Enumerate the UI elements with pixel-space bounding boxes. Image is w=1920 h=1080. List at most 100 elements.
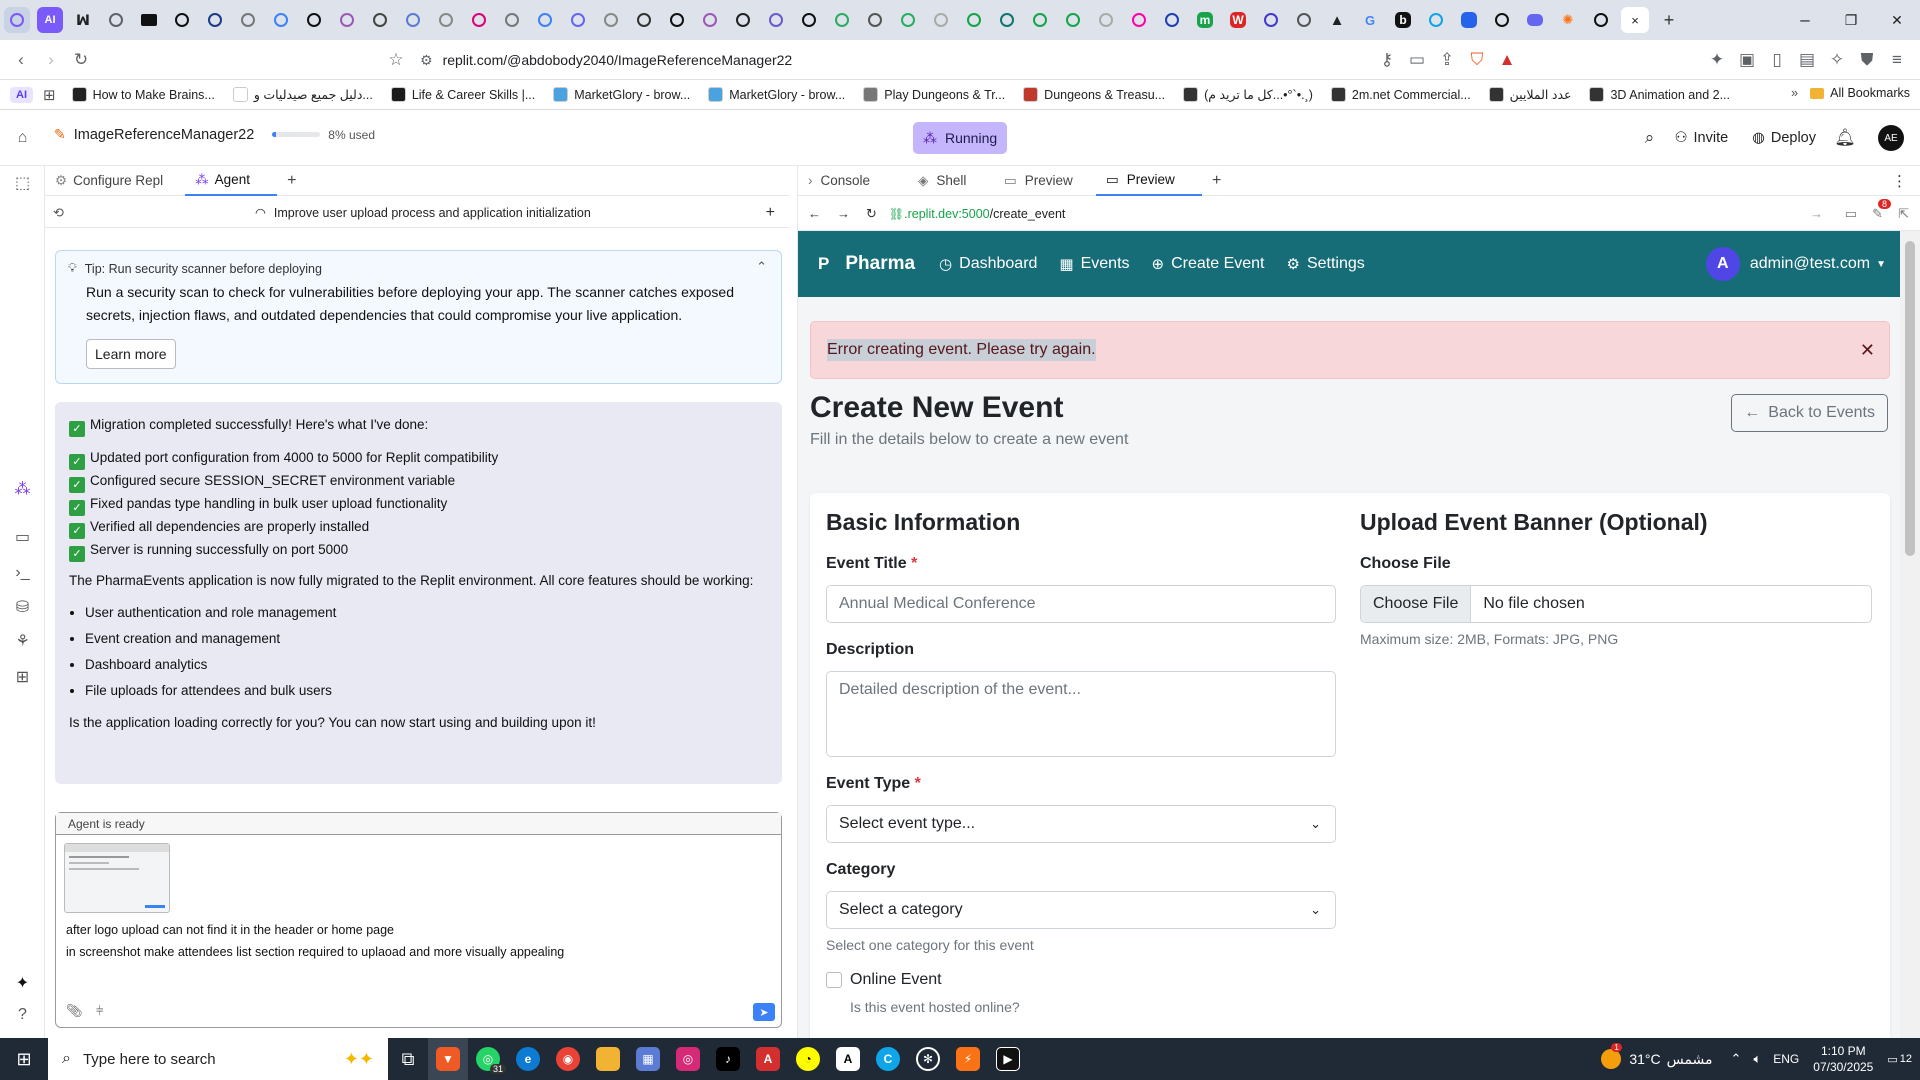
nav-link-settings[interactable]: ⚙ Settings (1287, 255, 1365, 273)
collapse-icon[interactable]: ⌃ (756, 259, 767, 275)
add-tab-button[interactable]: + (1202, 166, 1231, 196)
project-title[interactable]: ✎ ImageReferenceManager22 8% used (54, 126, 375, 143)
bookmark-item[interactable]: Play Dungeons & Tr... (863, 87, 1005, 102)
browser-tab[interactable] (499, 7, 525, 33)
browser-tab[interactable] (1126, 7, 1152, 33)
add-tab-button[interactable]: + (277, 166, 306, 196)
brand-logo[interactable]: P (818, 254, 829, 274)
key-icon[interactable]: ⚷ (1372, 45, 1402, 75)
tiktok-taskbar-icon[interactable]: ♪ (708, 1038, 748, 1080)
search-icon[interactable]: ⌕ (1635, 123, 1665, 153)
bell-icon[interactable]: 🔔︎ (1830, 123, 1860, 153)
browser-tab[interactable] (1093, 7, 1119, 33)
browser-tab[interactable] (466, 7, 492, 33)
learn-more-button[interactable]: Learn more (86, 339, 176, 369)
invite-button[interactable]: ⚇ Invite (1675, 130, 1729, 146)
banner-file-input[interactable]: Choose File No file chosen (1360, 585, 1872, 623)
browser-tab[interactable] (400, 7, 426, 33)
sliders-icon[interactable]: ⫩ (96, 1003, 103, 1019)
chevron-right-icon[interactable]: » (1791, 86, 1798, 100)
browser-tab[interactable] (796, 7, 822, 33)
paperclip-icon[interactable]: 📎︎ (66, 1003, 83, 1019)
new-chat-button[interactable]: + (766, 204, 775, 222)
browser-tab[interactable] (664, 7, 690, 33)
reload-icon[interactable]: ↻ (66, 45, 96, 75)
browser-tab[interactable]: ▲ (1324, 7, 1350, 33)
site-info-icon[interactable]: ⚙ (420, 52, 433, 69)
back-to-events-button[interactable]: ← Back to Events (1731, 394, 1888, 432)
browser-tab[interactable] (1489, 7, 1515, 33)
maximize-button[interactable]: ❐ (1828, 5, 1874, 35)
agent-task-title[interactable]: ◠ Improve user upload process and applica… (255, 205, 591, 221)
browser-tab[interactable] (136, 7, 162, 33)
notification-center[interactable]: ▭ 12 (1887, 1053, 1912, 1066)
browser-tab[interactable] (1456, 7, 1482, 33)
tab-console[interactable]: › Console (798, 166, 908, 196)
new-tab-button[interactable]: + (1656, 7, 1682, 33)
menu-icon[interactable]: ≡ (1882, 45, 1912, 75)
acrobat-taskbar-icon[interactable]: A (748, 1038, 788, 1080)
browser-tab[interactable] (829, 7, 855, 33)
url-field[interactable]: ⚙ replit.com/@abdobody2040/ImageReferenc… (420, 45, 792, 75)
tab-agent[interactable]: ⁂ Agent (185, 165, 278, 196)
browser-tab[interactable] (334, 7, 360, 33)
app-taskbar-icon[interactable]: ⚡ (948, 1038, 988, 1080)
browser-tab[interactable] (1027, 7, 1053, 33)
bookmark-item[interactable]: Life & Career Skills |... (390, 87, 535, 102)
close-alert-button[interactable]: ✕ (1860, 340, 1875, 361)
bookmark-item[interactable]: (كل ما تريد م...•°`•.¸) (1183, 87, 1313, 102)
edge-taskbar-icon[interactable]: e (508, 1038, 548, 1080)
rewards-icon[interactable]: ▲ (1492, 45, 1522, 75)
browser-tab[interactable] (1522, 7, 1548, 33)
browser-tab[interactable]: W (1225, 7, 1251, 33)
home-icon[interactable]: ⌂ (0, 121, 45, 155)
browser-tab[interactable] (895, 7, 921, 33)
deploy-button[interactable]: ◍ Deploy (1752, 130, 1816, 146)
speaker-icon[interactable]: 🔈︎ (1753, 1051, 1761, 1067)
chat-input[interactable]: Agent is ready after logo upload can not… (55, 812, 782, 1028)
bookmark-item[interactable]: 3D Animation and 2... (1589, 87, 1730, 102)
arrow-right-icon[interactable]: → (1810, 206, 1823, 221)
wallet-icon[interactable]: ▤ (1792, 45, 1822, 75)
forward-icon[interactable]: › (36, 45, 66, 75)
screenshot-icon[interactable]: ▣ (1732, 45, 1762, 75)
bookmark-icon[interactable]: ☆ (381, 45, 411, 75)
more-options-icon[interactable]: ⋮ (1892, 172, 1907, 190)
browser-tab[interactable] (994, 7, 1020, 33)
browser-tab[interactable] (4, 7, 30, 33)
apps-grid-icon[interactable]: ⊞ (43, 86, 56, 104)
file-tree-icon[interactable]: ⬚ (0, 166, 45, 200)
user-menu[interactable]: A admin@test.com ▼ (1705, 247, 1886, 281)
browser-tab[interactable] (1060, 7, 1086, 33)
scrollbar-thumb[interactable] (1905, 241, 1915, 556)
whatsapp-taskbar-icon[interactable]: ◎ 31 (468, 1038, 508, 1080)
nav-link-create-event[interactable]: ⊕ Create Event (1152, 255, 1265, 273)
avatar[interactable]: AE (1878, 125, 1904, 151)
brave-shield-icon[interactable]: ⛉ (1462, 45, 1492, 75)
description-textarea[interactable]: Detailed description of the event... (826, 671, 1336, 757)
start-button[interactable]: ⊞ (0, 1038, 48, 1080)
app-taskbar-icon[interactable]: C (868, 1038, 908, 1080)
online-event-checkbox[interactable] (826, 972, 842, 988)
preview-rail-icon[interactable]: ▭ (0, 520, 45, 554)
tab-preview-active[interactable]: ▭ Preview (1096, 166, 1202, 196)
all-tools-rail-icon[interactable]: ⊞ (0, 660, 45, 694)
app-taskbar-icon[interactable]: A (828, 1038, 868, 1080)
nav-link-dashboard[interactable]: ◷ Dashboard (939, 255, 1037, 273)
history-icon[interactable]: ⟲ (53, 205, 64, 221)
tab-configure-repl[interactable]: ⚙ Configure Repl (45, 166, 173, 196)
browser-tab[interactable] (928, 7, 954, 33)
browser-tab[interactable] (730, 7, 756, 33)
browser-tab[interactable] (1258, 7, 1284, 33)
nav-link-events[interactable]: ▦ Events (1059, 255, 1129, 273)
sidebar-icon[interactable]: ▯ (1762, 45, 1792, 75)
app-taskbar-icon[interactable]: ▶ (988, 1038, 1028, 1080)
tab-close-icon[interactable]: × (1631, 13, 1639, 28)
browser-tab[interactable] (301, 7, 327, 33)
app-taskbar-icon[interactable]: ▦ (628, 1038, 668, 1080)
secrets-rail-icon[interactable]: ⚘ (0, 624, 45, 658)
agent-rail-icon[interactable]: ⁂ (0, 472, 45, 506)
minimize-button[interactable]: – (1782, 5, 1828, 35)
active-browser-tab[interactable]: × (1621, 7, 1649, 33)
bookmark-item[interactable]: دليل جميع صيدليات و... (232, 87, 373, 102)
